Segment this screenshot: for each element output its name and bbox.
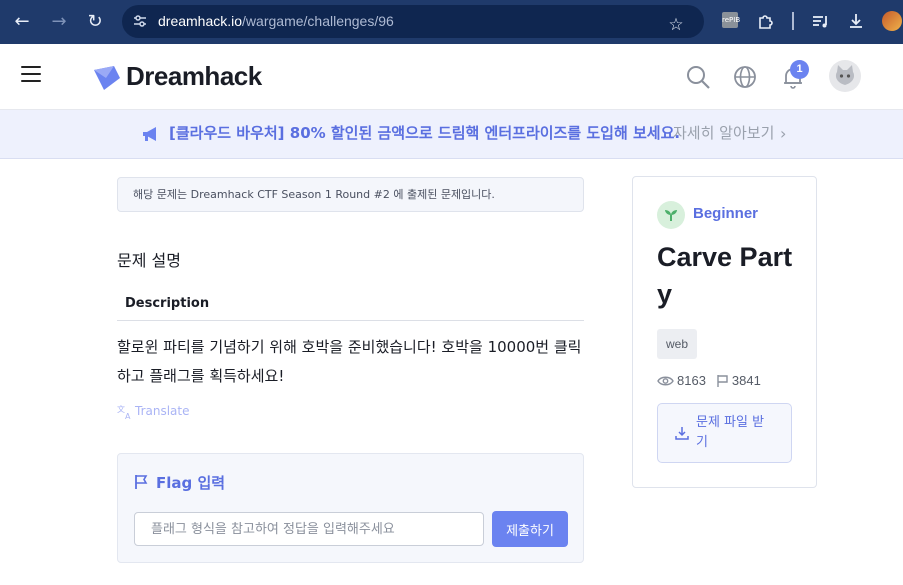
- flag-icon: [135, 475, 148, 489]
- flag-outline-icon: [717, 375, 728, 387]
- download-files-button[interactable]: 문제 파일 받기: [657, 403, 792, 463]
- flag-title: Flag 입력: [134, 472, 225, 493]
- svg-text:文: 文: [117, 404, 125, 414]
- flag-submission-panel: Flag 입력 제출하기: [117, 453, 584, 563]
- solve-count: 3841: [731, 373, 761, 388]
- globe-icon[interactable]: [732, 64, 758, 90]
- extensions-puzzle-icon[interactable]: [755, 10, 777, 32]
- category-tag[interactable]: web: [657, 329, 698, 359]
- logo-text[interactable]: Dreamhack: [126, 61, 262, 92]
- download-label: 문제 파일 받기: [696, 415, 765, 450]
- challenge-stats: 8163 3841: [657, 372, 761, 390]
- search-icon[interactable]: [685, 64, 711, 90]
- forward-arrow-icon[interactable]: →: [47, 10, 71, 34]
- flag-title-text: Flag 입력: [156, 474, 226, 492]
- bookmark-star-icon[interactable]: ☆: [664, 13, 688, 37]
- address-bar[interactable]: dreamhack.io/wargame/challenges/96 ☆: [122, 5, 704, 38]
- translate-button[interactable]: 文 A Translate: [117, 402, 190, 420]
- description-text: 할로윈 파티를 기념하기 위해 호박을 준비했습니다! 호박을 10000번 클…: [117, 338, 582, 385]
- toolbar-divider: [792, 12, 794, 30]
- download-icon[interactable]: [845, 10, 867, 32]
- menu-icon[interactable]: [21, 66, 41, 82]
- cat-avatar-icon: [835, 65, 855, 85]
- download-file-icon: [675, 427, 689, 440]
- description-heading: Description: [117, 288, 584, 321]
- view-count: 8163: [677, 373, 706, 388]
- difficulty-level: Beginner: [693, 205, 759, 222]
- url-host: dreamhack.io: [158, 13, 243, 29]
- ctf-notice: 해당 문제는 Dreamhack CTF Season 1 Round #2 에…: [117, 177, 584, 212]
- submit-button[interactable]: 제출하기: [492, 511, 568, 547]
- challenge-title: Carve Party: [657, 242, 793, 309]
- notification-badge: 1: [790, 60, 809, 79]
- promo-banner[interactable]: [클라우드 바우처] 80% 할인된 금액으로 드림핵 엔터프라이즈를 도입해 …: [0, 110, 903, 159]
- dreamhack-logo-icon[interactable]: [92, 64, 122, 92]
- url-path: /wargame/challenges/96: [242, 13, 394, 29]
- sprout-icon: [657, 201, 685, 229]
- challenge-info-card: Beginner Carve Party web 8163 3841 문제 파일 …: [632, 176, 817, 488]
- site-settings-icon[interactable]: [132, 13, 148, 29]
- url-text: dreamhack.io/wargame/challenges/96: [158, 5, 394, 38]
- megaphone-icon: [143, 127, 156, 141]
- browser-toolbar: ← → ↻ dreamhack.io/wargame/challenges/96…: [0, 0, 903, 44]
- svg-text:A: A: [125, 412, 131, 420]
- profile-avatar-icon[interactable]: [882, 11, 902, 31]
- reading-list-icon[interactable]: [809, 10, 831, 32]
- site-header: Dreamhack 1: [0, 44, 903, 110]
- chevron-right-icon[interactable]: ›: [780, 110, 786, 157]
- back-arrow-icon[interactable]: ←: [10, 10, 34, 34]
- banner-text[interactable]: [클라우드 바우처] 80% 할인된 금액으로 드림핵 엔터프라이즈를 도입해 …: [169, 110, 680, 157]
- banner-details-link[interactable]: 자세히 알아보기: [673, 110, 774, 157]
- flag-input[interactable]: [134, 512, 484, 546]
- extension-icon[interactable]: rePIB: [722, 12, 740, 28]
- translate-label: Translate: [135, 404, 190, 418]
- eye-icon: [657, 376, 674, 386]
- section-title: 문제 설명: [117, 251, 181, 270]
- translate-icon: 文 A: [117, 404, 131, 420]
- user-avatar[interactable]: [829, 60, 861, 92]
- reload-icon[interactable]: ↻: [83, 10, 107, 34]
